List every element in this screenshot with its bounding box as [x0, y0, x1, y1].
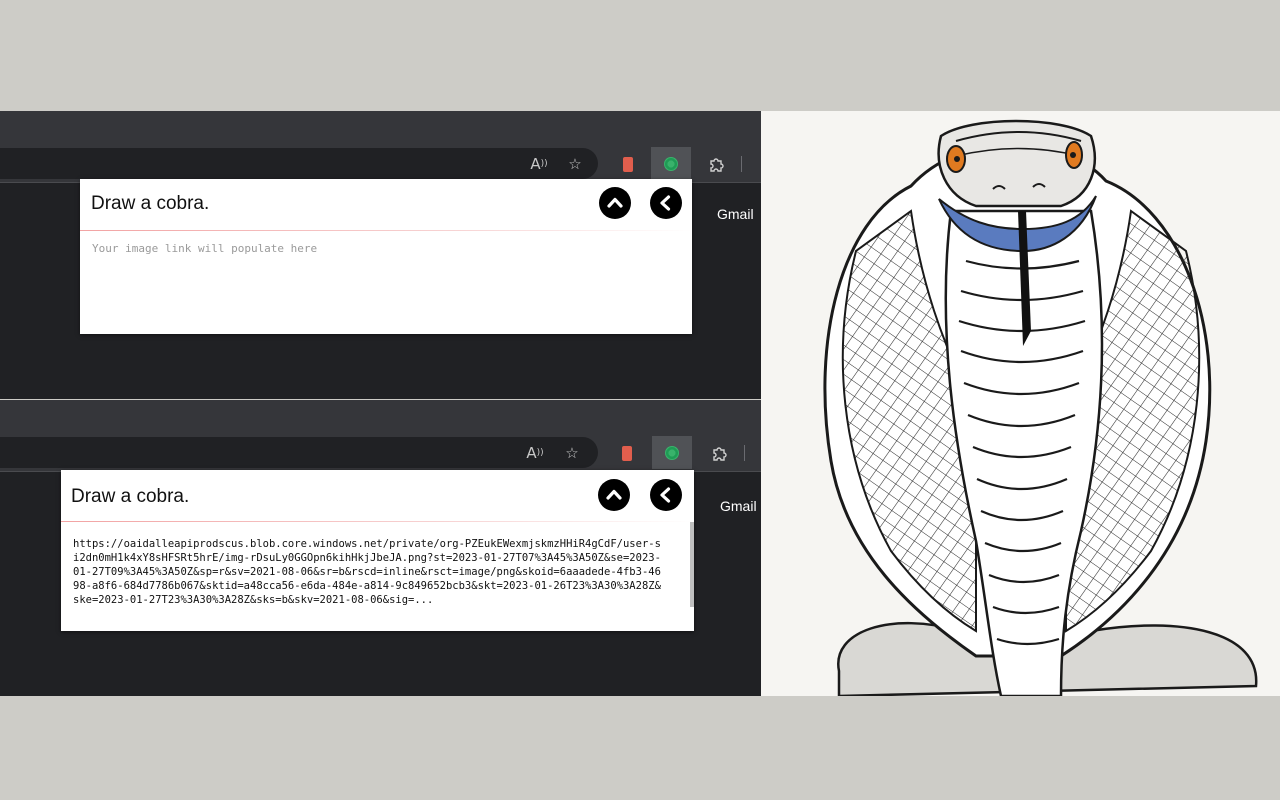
browser-screenshot-bottom: A)) ☆ Gmail Draw a cobra. https://oaidal…	[0, 400, 761, 696]
output-scrollbar[interactable]	[690, 522, 694, 607]
gmail-link[interactable]: Gmail	[720, 498, 757, 514]
tab-strip	[0, 111, 761, 144]
header-divider	[61, 521, 694, 522]
puzzle-icon[interactable]	[707, 441, 731, 465]
chatgpt-extension-icon[interactable]	[660, 441, 684, 465]
browser-screenshot-top: A)) ☆ Gmail Draw a cobra. Your image lin…	[0, 111, 761, 399]
extension-popup: Draw a cobra. Your image link will popul…	[80, 179, 692, 334]
red-extension-icon[interactable]	[615, 441, 639, 465]
tab-strip	[0, 400, 761, 433]
chevron-up-icon	[607, 197, 623, 208]
add-favorite-icon[interactable]: ☆	[560, 441, 584, 465]
read-aloud-icon[interactable]: A))	[523, 441, 547, 465]
browser-toolbar: A)) ☆	[0, 433, 761, 472]
popup-header: Draw a cobra.	[61, 470, 694, 522]
puzzle-icon[interactable]	[704, 152, 728, 176]
extension-popup: Draw a cobra. https://oaidalleapiprodscu…	[61, 470, 694, 631]
image-link-output[interactable]: https://oaidalleapiprodscus.blob.core.wi…	[73, 537, 663, 629]
header-divider	[80, 230, 692, 231]
popup-header: Draw a cobra.	[80, 179, 692, 231]
collapse-button[interactable]	[599, 187, 631, 219]
generated-cobra-image	[761, 111, 1280, 696]
read-aloud-icon[interactable]: A))	[527, 152, 551, 176]
chatgpt-extension-icon[interactable]	[659, 152, 683, 176]
add-favorite-icon[interactable]: ☆	[563, 152, 587, 176]
back-button[interactable]	[650, 187, 682, 219]
chevron-left-icon	[660, 195, 671, 211]
address-bar[interactable]	[0, 148, 598, 179]
image-link-placeholder: Your image link will populate here	[92, 242, 318, 255]
toolbar-divider	[744, 445, 745, 461]
prompt-input[interactable]: Draw a cobra.	[71, 486, 189, 508]
back-button[interactable]	[650, 479, 682, 511]
prompt-input[interactable]: Draw a cobra.	[91, 193, 209, 215]
gmail-link[interactable]: Gmail	[717, 206, 754, 222]
collapse-button[interactable]	[598, 479, 630, 511]
chevron-left-icon	[660, 487, 671, 503]
cobra-illustration	[823, 119, 1258, 696]
toolbar-divider	[741, 156, 742, 172]
red-extension-icon[interactable]	[616, 152, 640, 176]
browser-toolbar: A)) ☆	[0, 144, 761, 183]
chevron-up-icon	[606, 489, 622, 500]
address-bar[interactable]	[0, 437, 598, 468]
